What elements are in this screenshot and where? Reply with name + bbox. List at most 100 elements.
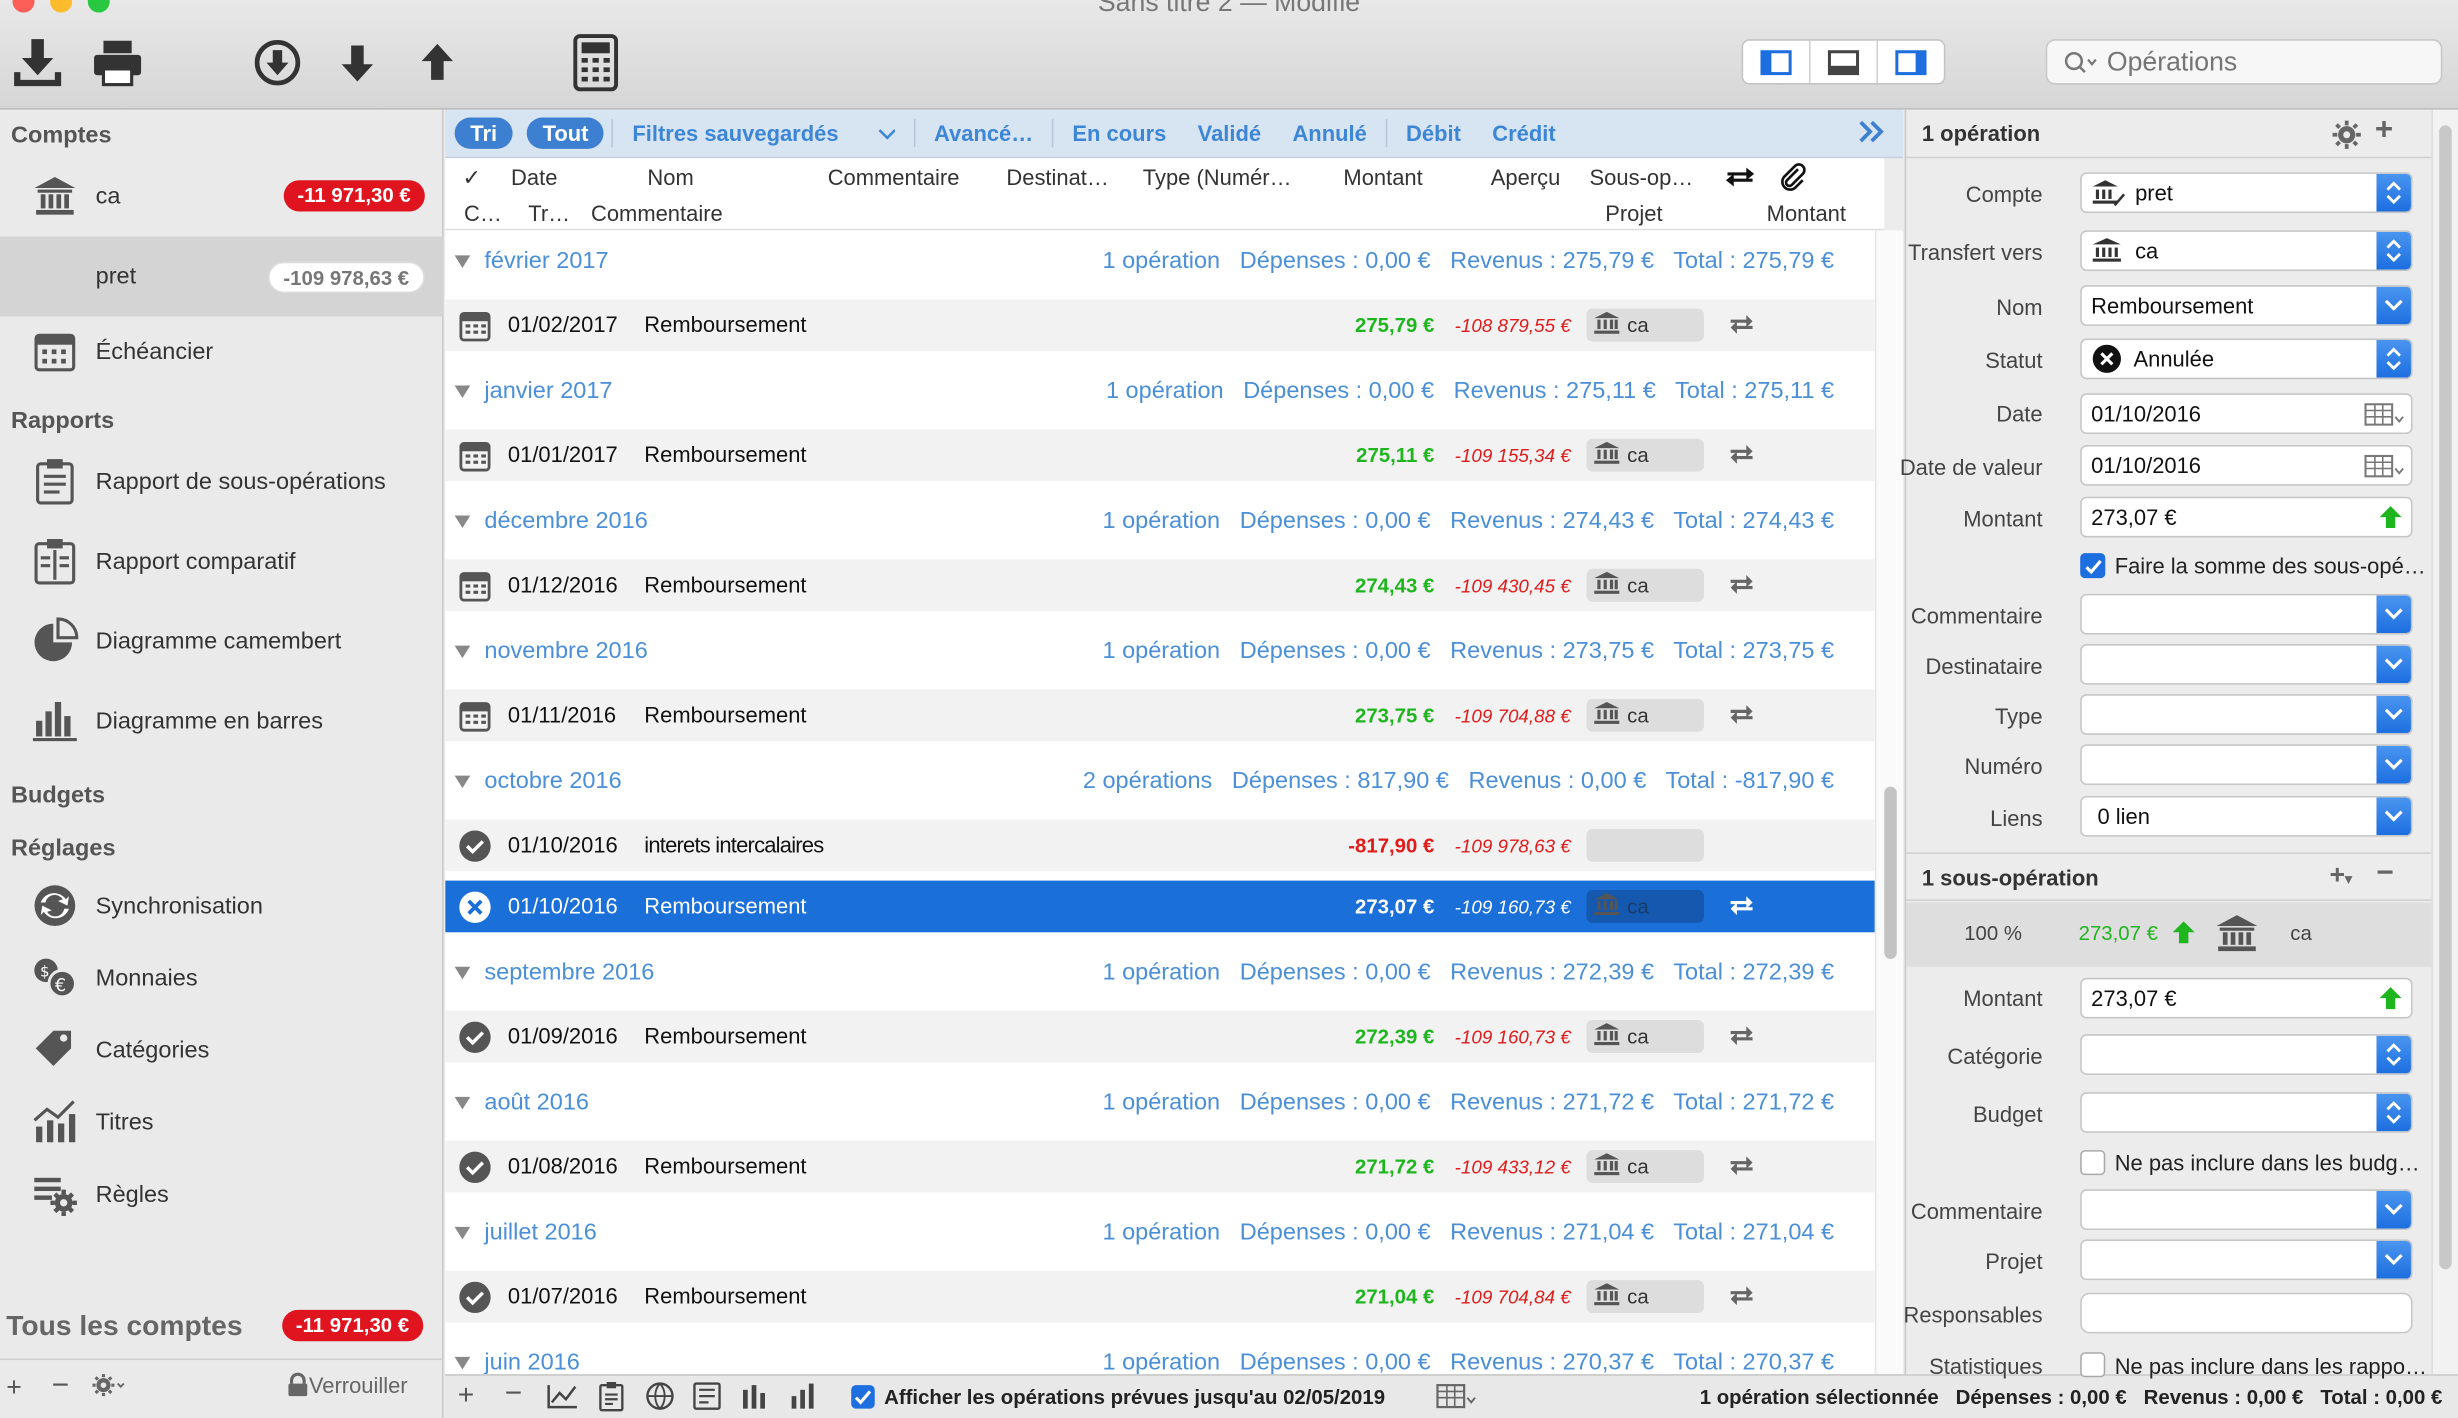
calendar-icon[interactable] [458, 699, 492, 733]
saved-filters-menu[interactable]: Filtres sauvegardés [632, 121, 896, 146]
table-row[interactable]: 01/10/2016 interets intercalaires -817,90 … [445, 819, 1875, 872]
col-montant-sub[interactable]: Montant [1767, 201, 1846, 226]
filter-advanced-button[interactable]: Avancé… [934, 121, 1033, 146]
col-attachment[interactable] [1779, 163, 1807, 196]
checkmark-circle-icon[interactable] [458, 1280, 492, 1314]
scroll-thumb[interactable] [2439, 125, 2452, 1270]
sidebar-item-report-subops[interactable]: Rapport de sous-opérations [0, 445, 444, 517]
exclude-budgets-checkbox[interactable] [2080, 1150, 2106, 1176]
cancelled-x-icon[interactable] [458, 890, 492, 924]
disclosure-triangle-icon[interactable] [454, 1226, 471, 1240]
statement-button[interactable] [691, 1380, 722, 1416]
col-montant[interactable]: Montant [1343, 165, 1422, 190]
remove-transaction-button[interactable]: − [505, 1377, 522, 1411]
line-chart-button[interactable] [546, 1382, 580, 1415]
month-group-header[interactable]: novembre 2016 1 opération Dépenses : 0,00… [445, 620, 1875, 690]
lock-button[interactable]: Verrouiller [287, 1373, 408, 1398]
sub-commentaire-combo[interactable] [2080, 1189, 2413, 1231]
add-subop-button[interactable]: +▾ [2329, 860, 2352, 891]
show-planned-checkbox[interactable] [851, 1385, 875, 1409]
month-group-header[interactable]: octobre 2016 2 opérations Dépenses : 817,… [445, 750, 1875, 820]
projet-combo[interactable] [2080, 1239, 2413, 1281]
col-check[interactable]: ✓ [462, 165, 480, 192]
search-field[interactable] [2045, 39, 2443, 85]
columns-button[interactable] [738, 1380, 769, 1416]
table-row[interactable]: 01/12/2016 Remboursement 274,43 € -109 430,… [445, 559, 1875, 612]
month-group-header[interactable]: août 2016 1 opération Dépenses : 0,00 € R… [445, 1071, 1875, 1141]
col-c[interactable]: C… [464, 201, 502, 226]
filter-annule-button[interactable]: Annulé [1292, 121, 1366, 146]
col-type[interactable]: Type (Numér… [1143, 165, 1292, 190]
add-account-button[interactable]: + [6, 1373, 22, 1404]
remove-subop-button[interactable]: − [2376, 857, 2393, 891]
col-date[interactable]: Date [511, 165, 557, 190]
sub-montant-field[interactable]: 273,07 € [2080, 977, 2413, 1019]
sidebar-item-categories[interactable]: Catégories [0, 1014, 444, 1086]
table-row[interactable]: 01/10/2016 Remboursement 273,07 € -109 160,… [445, 880, 1875, 933]
table-row[interactable]: 01/01/2017 Remboursement 275,11 € -109 155,… [445, 429, 1875, 482]
month-group-header[interactable]: février 2017 1 opération Dépenses : 0,00 … [445, 230, 1875, 300]
disclosure-triangle-icon[interactable] [454, 255, 471, 268]
col-projet[interactable]: Projet [1605, 201, 1662, 226]
filter-credit-button[interactable]: Crédit [1492, 121, 1555, 146]
bar-chart-button[interactable] [787, 1380, 818, 1416]
calendar-icon[interactable] [458, 439, 492, 473]
sidebar-item-account-pret[interactable]: pret -109 978,63 € [0, 236, 444, 317]
calculator-button[interactable] [564, 31, 627, 94]
disclosure-triangle-icon[interactable] [454, 1356, 471, 1370]
sidebar-item-bar-chart[interactable]: Diagramme en barres [0, 685, 444, 757]
month-group-header[interactable]: juillet 2016 1 opération Dépenses : 0,00 … [445, 1201, 1875, 1271]
add-transaction-button[interactable]: + [458, 1379, 474, 1412]
filter-tout-button[interactable]: Tout [526, 117, 605, 149]
web-button[interactable] [644, 1380, 675, 1416]
date-valeur-field[interactable]: 01/10/2016 [2080, 444, 2413, 486]
commentaire-combo[interactable] [2080, 593, 2413, 635]
responsables-token-field[interactable] [2080, 1292, 2413, 1334]
filter-en-cours-button[interactable]: En cours [1072, 121, 1166, 146]
checkmark-circle-icon[interactable] [458, 1020, 492, 1054]
liens-select[interactable]: 0 lien [2080, 795, 2413, 837]
download-circle-button[interactable] [246, 31, 309, 94]
filter-debit-button[interactable]: Débit [1406, 121, 1461, 146]
filter-tri-button[interactable]: Tri [454, 117, 513, 149]
numero-combo[interactable] [2080, 744, 2413, 786]
col-sousop[interactable]: Sous-op… [1590, 165, 1694, 190]
month-group-header[interactable]: juin 2016 1 opération Dépenses : 0,00 € R… [445, 1331, 1875, 1375]
calendar-grid-icon[interactable] [2364, 403, 2405, 433]
disclosure-triangle-icon[interactable] [454, 645, 471, 659]
section-budgets[interactable]: Budgets [11, 782, 105, 809]
destinataire-combo[interactable] [2080, 643, 2413, 685]
move-down-button[interactable] [326, 31, 389, 94]
sidebar-item-monnaies[interactable]: $ € Monnaies [0, 942, 444, 1014]
exclude-stats-checkbox[interactable] [2080, 1352, 2106, 1378]
table-row[interactable]: 01/08/2016 Remboursement 271,72 € -109 433,… [445, 1140, 1875, 1193]
calendar-grid-icon[interactable] [2364, 454, 2405, 484]
table-row[interactable]: 01/11/2016 Remboursement 273,75 € -109 704,… [445, 689, 1875, 742]
nom-combo[interactable]: Remboursement [2080, 285, 2413, 326]
col-commentaire-sub[interactable]: Commentaire [591, 201, 723, 226]
detail-scrollbar[interactable] [2431, 109, 2458, 1375]
month-group-header[interactable]: décembre 2016 1 opération Dépenses : 0,00… [445, 490, 1875, 560]
checkmark-circle-icon[interactable] [458, 829, 492, 863]
checkmark-circle-icon[interactable] [458, 1150, 492, 1184]
disclosure-triangle-icon[interactable] [454, 775, 471, 789]
sidebar-item-synchronisation[interactable]: Synchronisation [0, 870, 444, 942]
view-right-sidebar-button[interactable] [1878, 41, 1944, 83]
date-field[interactable]: 01/10/2016 [2080, 393, 2413, 435]
all-accounts-label[interactable]: Tous les comptes [6, 1310, 242, 1343]
calendar-picker-button[interactable] [1436, 1384, 1477, 1414]
table-row[interactable]: 01/09/2016 Remboursement 272,39 € -109 160,… [445, 1010, 1875, 1063]
budget-select[interactable] [2080, 1092, 2413, 1133]
view-left-sidebar-button[interactable] [1743, 40, 1811, 84]
col-commentaire[interactable]: Commentaire [828, 165, 960, 190]
transfert-select[interactable]: ca [2080, 230, 2413, 272]
sum-subops-checkbox[interactable] [2080, 553, 2106, 579]
account-settings-button[interactable] [91, 1373, 125, 1406]
categorie-select[interactable] [2080, 1034, 2413, 1075]
view-bottom-panel-button[interactable] [1811, 40, 1878, 84]
statut-select[interactable]: Annulée [2080, 338, 2413, 380]
report-button[interactable] [597, 1380, 625, 1416]
month-group-header[interactable]: janvier 2017 1 opération Dépenses : 0,00 … [445, 360, 1875, 430]
compte-select[interactable]: pret [2080, 172, 2413, 214]
remove-account-button[interactable]: − [52, 1369, 69, 1403]
